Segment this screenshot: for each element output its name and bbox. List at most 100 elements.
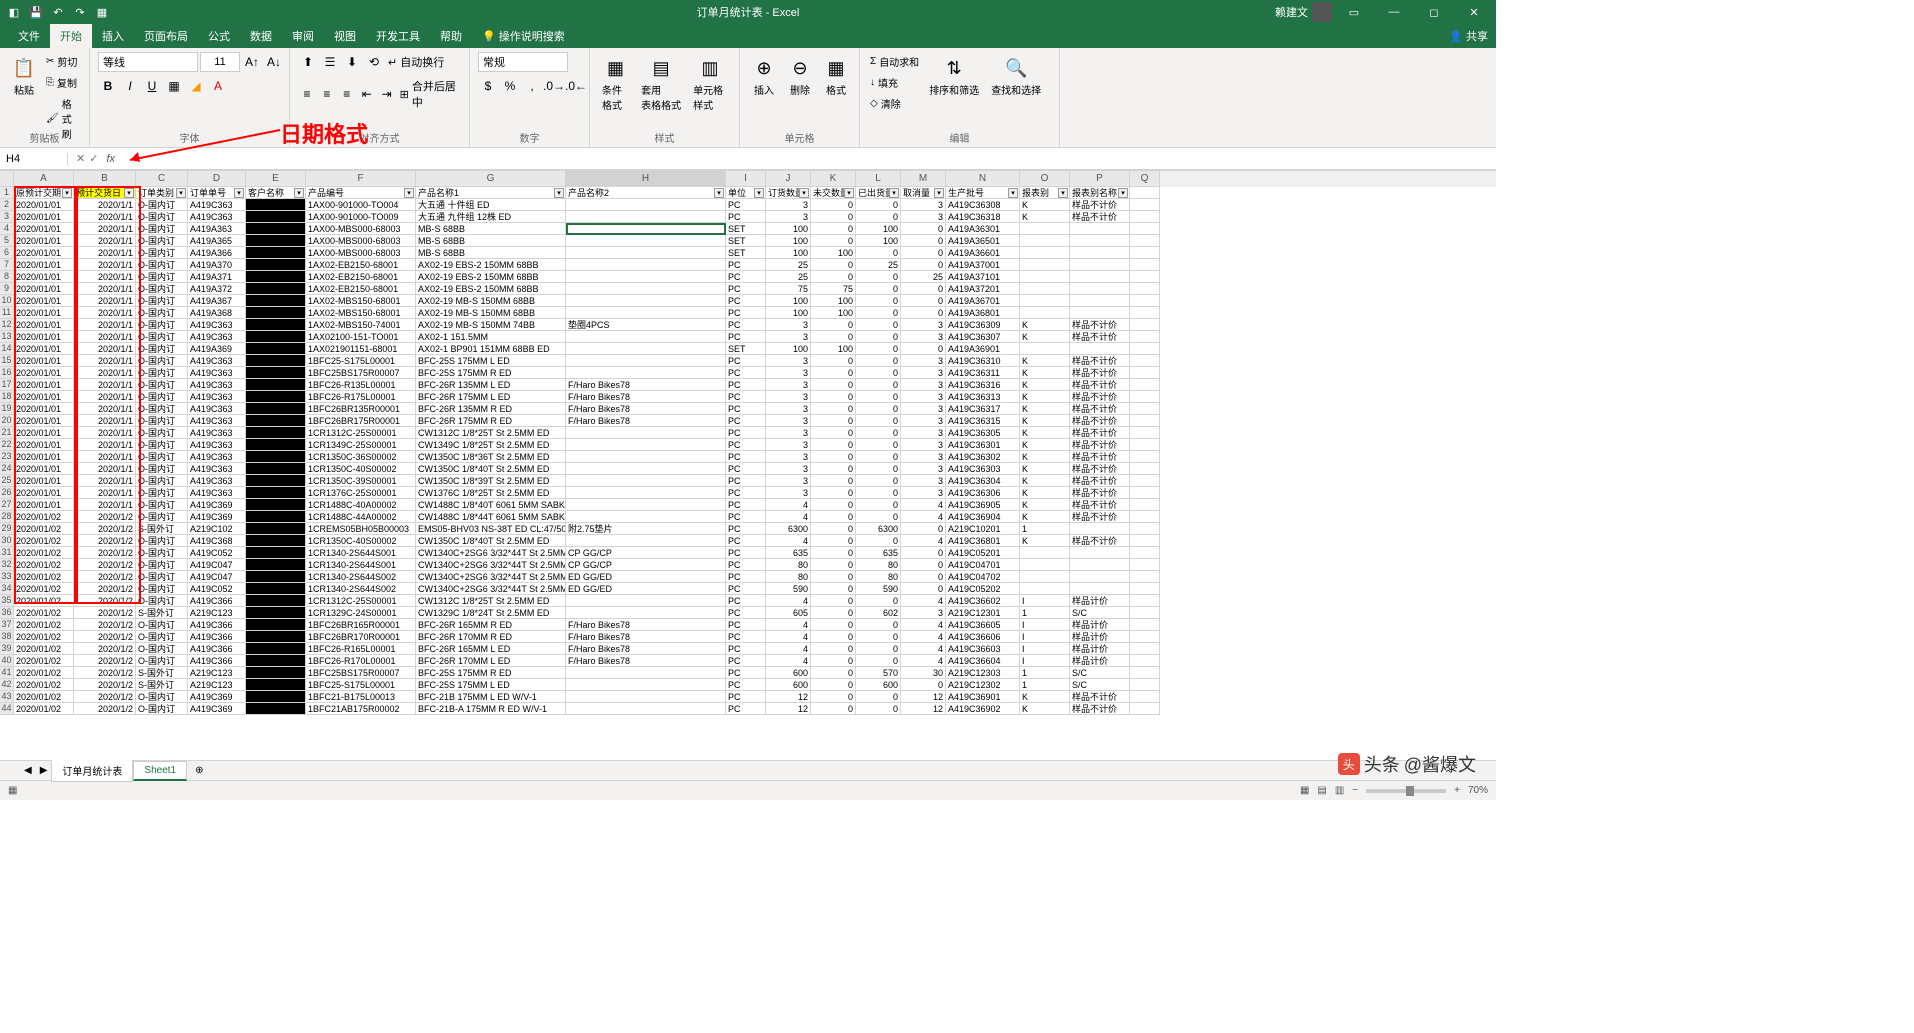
cell[interactable]: F/Haro Bikes78 — [566, 655, 726, 667]
cell[interactable]: 2020/01/01 — [14, 319, 74, 331]
cell[interactable]: 2020/01/01 — [14, 331, 74, 343]
cell[interactable]: PC — [726, 571, 766, 583]
cell[interactable]: 1CR1329C-24S00001 — [306, 607, 416, 619]
cell-styles-button[interactable]: ▥单元格样式 — [689, 52, 731, 116]
cell[interactable] — [246, 199, 306, 211]
cell[interactable]: A419C363 — [188, 439, 246, 451]
cell[interactable]: 2020/01/01 — [14, 355, 74, 367]
cell[interactable]: 2020/01/01 — [14, 295, 74, 307]
cell[interactable] — [1130, 307, 1160, 319]
cell[interactable]: 0 — [901, 295, 946, 307]
cell[interactable]: 0 — [901, 223, 946, 235]
cell[interactable]: BFC-25S 175MM R ED — [416, 667, 566, 679]
cell[interactable]: K — [1020, 379, 1070, 391]
cell[interactable]: MB-S 68BB — [416, 247, 566, 259]
cell[interactable]: O-国内订 — [136, 235, 188, 247]
cell[interactable] — [246, 547, 306, 559]
cell[interactable]: 3 — [901, 379, 946, 391]
cell[interactable]: 100 — [811, 295, 856, 307]
close-icon[interactable]: ✕ — [1456, 0, 1492, 24]
cell[interactable]: O-国内订 — [136, 631, 188, 643]
cell[interactable]: 样品不计价 — [1070, 703, 1130, 715]
cell[interactable]: 2020/1/2 — [74, 667, 136, 679]
cell[interactable] — [1130, 379, 1160, 391]
cell[interactable]: SET — [726, 247, 766, 259]
cell[interactable]: A419C36308 — [946, 199, 1020, 211]
cell[interactable]: 4 — [766, 511, 811, 523]
cell[interactable] — [1130, 355, 1160, 367]
cell[interactable]: A419A363 — [188, 223, 246, 235]
cell[interactable] — [246, 259, 306, 271]
decrease-decimal-icon[interactable]: .0← — [566, 76, 586, 96]
cell[interactable]: K — [1020, 319, 1070, 331]
cell[interactable] — [246, 559, 306, 571]
row-number[interactable]: 3 — [0, 211, 14, 223]
delete-cells-button[interactable]: ⊖删除 — [784, 52, 816, 101]
cell[interactable]: 3 — [766, 487, 811, 499]
cell[interactable]: SET — [726, 223, 766, 235]
filter-arrow-icon[interactable]: ▾ — [844, 188, 854, 198]
cell[interactable]: 2020/01/01 — [14, 439, 74, 451]
row-number[interactable]: 24 — [0, 463, 14, 475]
increase-font-icon[interactable]: A↑ — [242, 52, 262, 72]
cell[interactable]: 0 — [856, 427, 901, 439]
cell[interactable]: 1BFC26-R170L00001 — [306, 655, 416, 667]
cell[interactable]: K — [1020, 691, 1070, 703]
cell[interactable]: 3 — [901, 607, 946, 619]
cell[interactable] — [1130, 679, 1160, 691]
cell[interactable]: AX02-19 EBS-2 150MM 68BB — [416, 283, 566, 295]
underline-button[interactable]: U — [142, 76, 162, 96]
cell[interactable]: PC — [726, 355, 766, 367]
cell[interactable]: 602 — [856, 607, 901, 619]
cell[interactable]: A419C369 — [188, 703, 246, 715]
cell[interactable]: K — [1020, 487, 1070, 499]
cell[interactable]: CW1349C 1/8*25T St 2.5MM ED — [416, 439, 566, 451]
cell[interactable]: 4 — [901, 643, 946, 655]
cell[interactable]: 2020/1/1 — [74, 331, 136, 343]
cell[interactable]: 600 — [766, 679, 811, 691]
cell[interactable]: 2020/1/1 — [74, 355, 136, 367]
cell[interactable]: O-国内订 — [136, 271, 188, 283]
cell[interactable] — [246, 283, 306, 295]
cell[interactable]: 2020/01/02 — [14, 535, 74, 547]
cell[interactable]: A419A37101 — [946, 271, 1020, 283]
cell[interactable]: 2020/1/1 — [74, 415, 136, 427]
cell[interactable] — [246, 223, 306, 235]
cell[interactable] — [1130, 571, 1160, 583]
cell[interactable]: 2020/01/01 — [14, 259, 74, 271]
cell[interactable]: 3 — [766, 463, 811, 475]
cell[interactable]: K — [1020, 391, 1070, 403]
cell[interactable]: 2020/1/1 — [74, 271, 136, 283]
cell[interactable]: K — [1020, 331, 1070, 343]
cell[interactable]: 0 — [856, 439, 901, 451]
cell[interactable]: 样品不计价 — [1070, 319, 1130, 331]
cell[interactable] — [566, 535, 726, 547]
cell[interactable]: A419C36901 — [946, 691, 1020, 703]
cell[interactable]: 1CR1376C-25S00001 — [306, 487, 416, 499]
row-number[interactable]: 33 — [0, 571, 14, 583]
cell[interactable]: PC — [726, 595, 766, 607]
row-number[interactable]: 15 — [0, 355, 14, 367]
cell[interactable]: 0 — [856, 499, 901, 511]
header-cell[interactable]: 订单类别▾ — [136, 187, 188, 199]
cell[interactable]: 2020/1/1 — [74, 223, 136, 235]
cell[interactable]: 样品不计价 — [1070, 451, 1130, 463]
cell[interactable]: A419A371 — [188, 271, 246, 283]
cell[interactable]: 0 — [811, 331, 856, 343]
cell[interactable]: 样品不计价 — [1070, 415, 1130, 427]
cell[interactable]: 样品不计价 — [1070, 427, 1130, 439]
cell[interactable]: PC — [726, 463, 766, 475]
header-cell[interactable] — [1130, 187, 1160, 199]
cell[interactable] — [246, 307, 306, 319]
cell[interactable]: A419A368 — [188, 307, 246, 319]
cell[interactable]: 1CREMS05BH05B00003 — [306, 523, 416, 535]
cell[interactable]: 0 — [856, 403, 901, 415]
cell[interactable] — [246, 679, 306, 691]
cell[interactable]: 12 — [901, 703, 946, 715]
column-header-M[interactable]: M — [901, 171, 946, 187]
cell[interactable]: 25 — [901, 271, 946, 283]
cell[interactable]: A419A370 — [188, 259, 246, 271]
cell[interactable]: 样品计价 — [1070, 595, 1130, 607]
cell[interactable]: 80 — [856, 559, 901, 571]
cell[interactable]: PC — [726, 283, 766, 295]
